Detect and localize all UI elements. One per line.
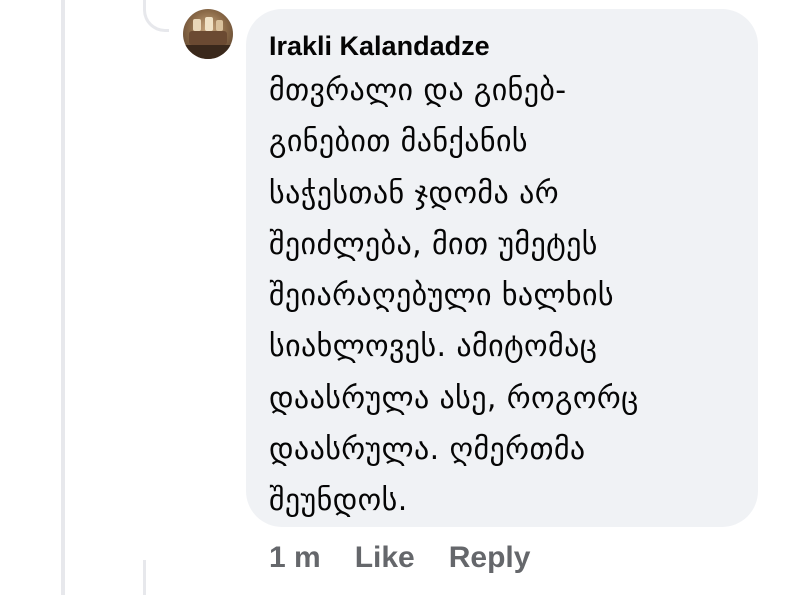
like-button[interactable]: Like [355, 541, 415, 575]
comment-text-line: მთვრალი და გინებ- [269, 73, 567, 108]
comment-text: მთვრალი და გინებ- გინებით მანქანის საჭეს… [269, 65, 738, 527]
comment-thread: Irakli Kalandadze მთვრალი და გინებ- გინე… [0, 0, 803, 595]
comment-text-line: სიახლოვეს. ამიტომაც [269, 329, 598, 365]
comment-text-line: შეიძლება, მით უმეტეს [269, 226, 598, 262]
thread-line [61, 0, 65, 595]
reply-button[interactable]: Reply [449, 541, 531, 575]
comment-text-line: გინებით მანქანის [269, 124, 528, 160]
author-name-link[interactable]: Irakli Kalandadze [269, 29, 738, 63]
author-avatar[interactable] [183, 9, 233, 59]
thread-line-stub [143, 560, 146, 595]
comment-text-line: დაასრულა ასე, როგორც [269, 380, 639, 416]
comment-text-line: საჭესთან ჯდომა არ [269, 175, 559, 211]
avatar-photo-detail [193, 19, 201, 31]
comment-text-line: დაასრულა. ღმერთმა [269, 432, 586, 468]
comment-timestamp-link[interactable]: 1 m [269, 541, 321, 575]
comment-actions: 1 m Like Reply [269, 538, 530, 578]
reply-connector-line [143, 0, 169, 32]
avatar-photo-detail [205, 17, 213, 31]
comment-text-line: შეიარაღებული ხალხის [269, 278, 614, 314]
avatar-photo-detail [189, 31, 227, 45]
avatar-photo-detail [216, 20, 223, 31]
avatar-photo-detail [183, 45, 233, 59]
comment-text-line: შეუნდოს. [269, 483, 408, 519]
comment-bubble: Irakli Kalandadze მთვრალი და გინებ- გინე… [246, 9, 758, 527]
